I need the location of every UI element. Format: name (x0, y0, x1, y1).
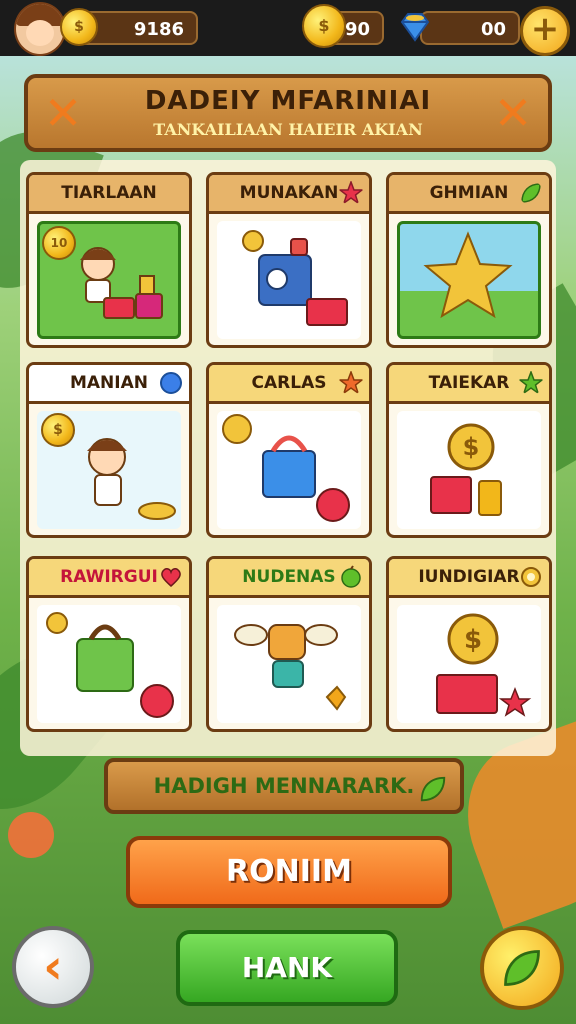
svg-text:$: $ (463, 433, 480, 461)
card-label: CARLAS (251, 373, 327, 393)
leaf-button[interactable] (480, 926, 564, 1010)
gold-star-icon (423, 231, 513, 319)
coin-chest-icon: $ (436, 613, 532, 717)
player-avatar[interactable] (14, 2, 66, 56)
card-art (217, 221, 361, 339)
banner-label: HADIGH MENNARARK. (153, 774, 415, 798)
basket-machine-icon (222, 414, 350, 522)
card-label: GHMIAN (429, 183, 509, 203)
item-card[interactable]: CARLAS (206, 362, 372, 538)
gem-icon (160, 372, 182, 394)
card-label: MANIAN (69, 373, 148, 393)
card-art (37, 605, 181, 723)
primary-action-button[interactable]: RONIIM (126, 836, 452, 908)
add-currency-button[interactable]: + (520, 6, 570, 56)
secondary-action-button[interactable]: HANK (176, 930, 398, 1006)
header-plaque: ✕ DADEIY MFARINIAI TANKAILIAAN HAIEIR AK… (24, 74, 552, 152)
card-label: IUNDIGIAR (418, 567, 520, 587)
star-icon (339, 371, 363, 395)
card-art (217, 411, 361, 529)
heart-icon (161, 568, 181, 587)
card-title-bar: TIARLAAN (29, 175, 189, 214)
svg-text:$: $ (464, 625, 482, 655)
back-button[interactable]: ‹ (12, 926, 94, 1008)
coin-icon: $ (60, 8, 98, 46)
card-art (217, 605, 361, 723)
close-icon[interactable]: ✕ (490, 90, 536, 136)
card-label: MUNAKAN (239, 183, 339, 203)
star-icon (339, 181, 363, 205)
top-bar: 9186 $ 90 $ 00 + (0, 0, 576, 56)
item-card[interactable]: MANIAN $ (26, 362, 192, 538)
leaf-icon (420, 776, 446, 802)
card-art: $ (397, 411, 541, 529)
banner-plaque[interactable]: HADIGH MENNARARK. (104, 758, 464, 814)
card-art: 10 (37, 221, 181, 339)
primary-action-label: RONIIM (226, 854, 352, 889)
flying-robot-icon (234, 624, 347, 711)
apple-icon (341, 565, 361, 588)
item-card[interactable]: RAWIRGUI (26, 556, 192, 732)
coin-treasure-icon: $ (430, 423, 502, 516)
item-card[interactable]: NUDENAS (206, 556, 372, 732)
star-icon (519, 371, 543, 395)
page-subtitle: TANKAILIAAN HAIEIR AKIAN (153, 120, 423, 139)
girl-waving-icon (87, 438, 176, 520)
item-card[interactable]: TIARLAAN 10 (26, 172, 192, 348)
item-card[interactable]: IUNDIGIAR $ (386, 556, 552, 732)
green-robot-icon (46, 612, 174, 718)
gem-counter: 00 (420, 11, 520, 45)
item-card[interactable]: MUNAKAN (206, 172, 372, 348)
gem-icon (400, 13, 430, 42)
girl-with-chest-icon (80, 247, 163, 319)
card-art: $ (37, 411, 181, 529)
item-card[interactable]: GHMIAN (386, 172, 552, 348)
chevron-left-icon: ‹ (43, 939, 63, 995)
card-label: TAIEKAR (428, 373, 510, 393)
secondary-action-label: HANK (241, 951, 333, 984)
card-art: $ (397, 605, 541, 723)
gear-icon (521, 567, 541, 587)
leaf-icon (504, 950, 540, 986)
coin-icon: $ (302, 4, 346, 48)
card-art (397, 221, 541, 339)
background-leaf (8, 812, 54, 858)
leaf-icon (521, 183, 541, 203)
page-title: DADEIY MFARINIAI (144, 86, 432, 116)
item-card[interactable]: TAIEKAR $ (386, 362, 552, 538)
robot-machine-icon (242, 230, 348, 326)
card-label: RAWIRGUI (60, 567, 158, 587)
card-label: TIARLAAN (61, 183, 157, 203)
card-label: NUDENAS (242, 567, 336, 587)
avatar-face (26, 20, 54, 46)
